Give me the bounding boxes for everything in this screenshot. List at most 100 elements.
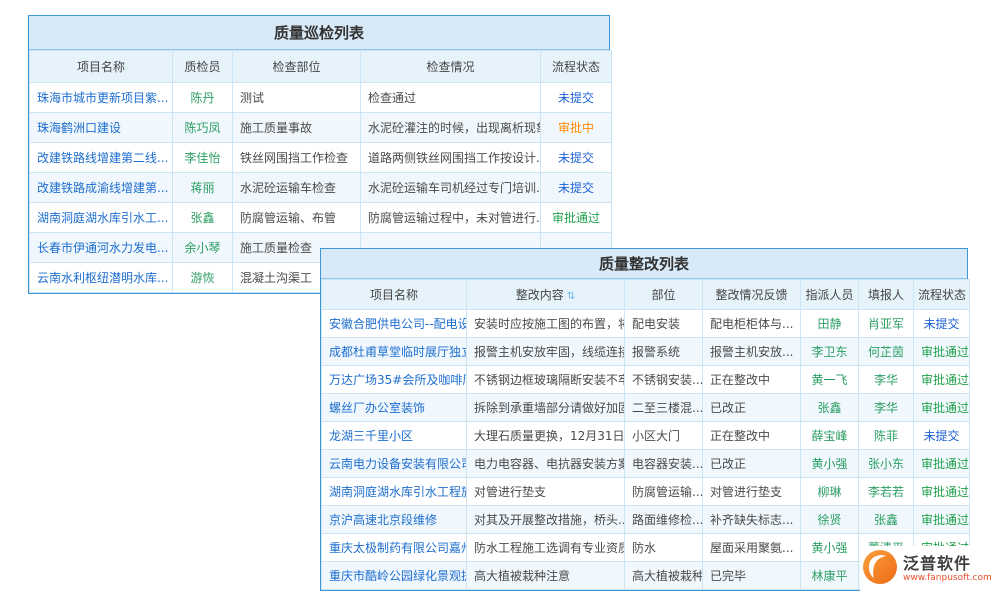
table-row[interactable]: 珠海鹤洲口建设 陈巧凤 施工质量事故 水泥砼灌注的时候，出现离析现象 审批中	[30, 113, 612, 143]
project-name-cell[interactable]: 湖南洞庭湖水库引水工...	[30, 203, 173, 233]
inspector-cell: 余小琴	[173, 233, 233, 263]
table-row[interactable]: 云南电力设备安装有限公司20... 电力电容器、电抗器安装方案,... 电容器安…	[322, 450, 970, 478]
feedback-cell: 已改正	[703, 450, 801, 478]
col-rectify-content[interactable]: 整改内容⇅	[467, 280, 625, 310]
assignee-cell: 黄小强	[801, 534, 859, 562]
project-name-cell[interactable]: 万达广场35#会所及咖啡厅空...	[322, 366, 467, 394]
project-name-cell[interactable]: 重庆太极制药有限公司嘉州中...	[322, 534, 467, 562]
table-row[interactable]: 京沪高速北京段维修 对其及开展整改措施，桥头... 路面维修检... 补齐缺失标…	[322, 506, 970, 534]
table-row[interactable]: 改建铁路成渝线增建第... 蒋丽 水泥砼运输车检查 水泥砼运输车司机经过专门培训…	[30, 173, 612, 203]
status-badge: 未提交	[914, 310, 970, 338]
status-badge: 未提交	[541, 143, 612, 173]
project-name-cell[interactable]: 京沪高速北京段维修	[322, 506, 467, 534]
status-badge: 审批通过	[914, 450, 970, 478]
status-badge: 未提交	[541, 83, 612, 113]
inspector-cell: 李佳怡	[173, 143, 233, 173]
sort-icon[interactable]: ⇅	[567, 291, 575, 302]
rectify-content-cell: 电力电容器、电抗器安装方案,...	[467, 450, 625, 478]
table-row[interactable]: 龙湖三千里小区 大理石质量更换，12月31日之... 小区大门 正在整改中 薛宝…	[322, 422, 970, 450]
rectify-content-cell: 大理石质量更换，12月31日之...	[467, 422, 625, 450]
assignee-cell: 黄一飞	[801, 366, 859, 394]
col-project-name: 项目名称	[322, 280, 467, 310]
rectification-table-title: 质量整改列表	[321, 249, 967, 279]
feedback-cell: 配电柜柜体与...	[703, 310, 801, 338]
filler-cell: 李华	[859, 366, 914, 394]
check-situation-cell: 水泥砼灌注的时候，出现离析现象	[361, 113, 541, 143]
col-filler: 填报人	[859, 280, 914, 310]
header-row: 项目名称 整改内容⇅ 部位 整改情况反馈 指派人员 填报人 流程状态	[322, 280, 970, 310]
table-row[interactable]: 安徽合肥供电公司--配电设备... 安装时应按施工图的布置，将... 配电安装 …	[322, 310, 970, 338]
project-name-cell[interactable]: 改建铁路线增建第二线...	[30, 143, 173, 173]
rectification-table: 项目名称 整改内容⇅ 部位 整改情况反馈 指派人员 填报人 流程状态 安徽合肥供…	[321, 279, 970, 590]
col-check-part: 检查部位	[233, 51, 361, 83]
part-cell: 防水	[625, 534, 703, 562]
assignee-cell: 李卫东	[801, 338, 859, 366]
rectify-content-cell: 不锈钢边框玻璃隔断安装不牢...	[467, 366, 625, 394]
inspection-table-title: 质量巡检列表	[29, 16, 609, 50]
inspector-cell: 陈丹	[173, 83, 233, 113]
project-name-cell[interactable]: 长春市伊通河水力发电...	[30, 233, 173, 263]
filler-cell: 李华	[859, 394, 914, 422]
table-row[interactable]: 湖南洞庭湖水库引水工... 张鑫 防腐管运输、布管 防腐管运输过程中，未对管进行…	[30, 203, 612, 233]
part-cell: 防腐管运输...	[625, 478, 703, 506]
feedback-cell: 正在整改中	[703, 422, 801, 450]
assignee-cell: 林康平	[801, 562, 859, 590]
status-badge: 审批通过	[914, 506, 970, 534]
status-badge: 未提交	[914, 422, 970, 450]
status-badge: 审批通过	[914, 338, 970, 366]
table-row[interactable]: 万达广场35#会所及咖啡厅空... 不锈钢边框玻璃隔断安装不牢... 不锈钢安装…	[322, 366, 970, 394]
project-name-cell[interactable]: 螺丝厂办公室装饰	[322, 394, 467, 422]
rectify-content-cell: 报警主机安放牢固，线缆连接...	[467, 338, 625, 366]
rectify-content-cell: 对其及开展整改措施，桥头...	[467, 506, 625, 534]
project-name-cell[interactable]: 珠海鹤洲口建设	[30, 113, 173, 143]
check-part-cell: 测试	[233, 83, 361, 113]
table-row[interactable]: 螺丝厂办公室装饰 拆除到承重墙部分请做好加固... 二至三楼混... 已改正 张…	[322, 394, 970, 422]
inspector-cell: 张鑫	[173, 203, 233, 233]
check-situation-cell: 道路两侧铁丝网围挡工作按设计...	[361, 143, 541, 173]
project-name-cell[interactable]: 云南电力设备安装有限公司20...	[322, 450, 467, 478]
feedback-cell: 正在整改中	[703, 366, 801, 394]
assignee-cell: 薛宝峰	[801, 422, 859, 450]
status-badge: 审批通过	[541, 203, 612, 233]
feedback-cell: 屋面采用聚氨...	[703, 534, 801, 562]
check-part-cell: 施工质量事故	[233, 113, 361, 143]
table-row[interactable]: 改建铁路线增建第二线... 李佳怡 铁丝网围挡工作检查 道路两侧铁丝网围挡工作按…	[30, 143, 612, 173]
feedback-cell: 补齐缺失标志...	[703, 506, 801, 534]
watermark-brand: 泛普软件	[903, 555, 992, 573]
col-project-name: 项目名称	[30, 51, 173, 83]
col-assignee: 指派人员	[801, 280, 859, 310]
project-name-cell[interactable]: 重庆市酷岭公园绿化景观提升...	[322, 562, 467, 590]
project-name-cell[interactable]: 湖南洞庭湖水库引水工程施工...	[322, 478, 467, 506]
project-name-cell[interactable]: 安徽合肥供电公司--配电设备...	[322, 310, 467, 338]
status-badge: 审批通过	[914, 394, 970, 422]
status-badge: 未提交	[541, 173, 612, 203]
table-row[interactable]: 珠海市城市更新项目紫... 陈丹 测试 检查通过 未提交	[30, 83, 612, 113]
feedback-cell: 已改正	[703, 394, 801, 422]
filler-cell: 肖亚军	[859, 310, 914, 338]
col-flow-status: 流程状态	[914, 280, 970, 310]
table-row[interactable]: 湖南洞庭湖水库引水工程施工... 对管进行垫支 防腐管运输... 对管进行垫支 …	[322, 478, 970, 506]
check-situation-cell: 检查通过	[361, 83, 541, 113]
part-cell: 小区大门	[625, 422, 703, 450]
part-cell: 报警系统	[625, 338, 703, 366]
col-inspector: 质检员	[173, 51, 233, 83]
assignee-cell: 柳琳	[801, 478, 859, 506]
table-row[interactable]: 成都杜甫草堂临时展厅独立展... 报警主机安放牢固，线缆连接... 报警系统 报…	[322, 338, 970, 366]
rectify-content-cell: 对管进行垫支	[467, 478, 625, 506]
project-name-cell[interactable]: 珠海市城市更新项目紫...	[30, 83, 173, 113]
project-name-cell[interactable]: 改建铁路成渝线增建第...	[30, 173, 173, 203]
filler-cell: 张鑫	[859, 506, 914, 534]
inspector-cell: 游恢	[173, 263, 233, 293]
status-badge: 审批通过	[914, 478, 970, 506]
screen: 质量巡检列表 项目名称 质检员 检查部位 检查情况 流程状态 珠海市城市更新项目…	[0, 0, 1000, 600]
inspector-cell: 陈巧凤	[173, 113, 233, 143]
rectify-content-cell: 防水工程施工选调有专业资质...	[467, 534, 625, 562]
project-name-cell[interactable]: 云南水利枢纽潜明水库...	[30, 263, 173, 293]
project-name-cell[interactable]: 龙湖三千里小区	[322, 422, 467, 450]
project-name-cell[interactable]: 成都杜甫草堂临时展厅独立展...	[322, 338, 467, 366]
part-cell: 二至三楼混...	[625, 394, 703, 422]
col-check-situation: 检查情况	[361, 51, 541, 83]
col-flow-status: 流程状态	[541, 51, 612, 83]
inspector-cell: 蒋丽	[173, 173, 233, 203]
status-badge: 审批通过	[914, 366, 970, 394]
